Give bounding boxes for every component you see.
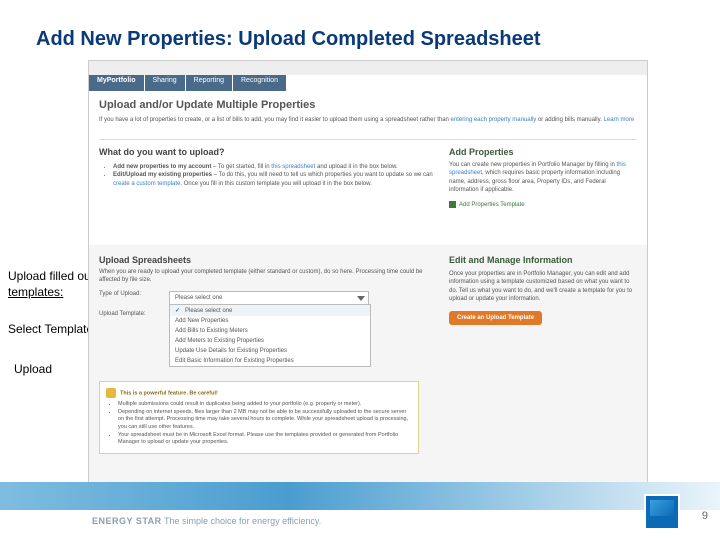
sidebar-add-properties: Add Properties You can create new proper…: [449, 147, 635, 208]
warning-title: This is a powerful feature. Be careful!: [106, 388, 412, 398]
sidebar-body: Once your properties are in Portfolio Ma…: [449, 270, 635, 304]
slide-title: Add New Properties: Upload Completed Spr…: [36, 28, 541, 51]
link-learn-more[interactable]: Learn more: [604, 117, 635, 123]
text: Add Properties Template: [459, 202, 525, 208]
text: – To get started, fill in: [211, 164, 271, 170]
section-body: When you are ready to upload your comple…: [99, 268, 439, 285]
link-this-spreadsheet[interactable]: this spreadsheet: [271, 164, 315, 170]
link-enter-manually[interactable]: entering each property manually: [451, 117, 537, 123]
energy-star-logo-icon: [644, 494, 680, 530]
tab-recognition[interactable]: Recognition: [233, 75, 286, 91]
check-icon: ✓: [175, 307, 183, 314]
warning-icon: [106, 388, 116, 398]
text: Please select one: [175, 295, 222, 301]
brand-tagline: The simple choice for energy efficiency.: [162, 516, 322, 526]
annotation-upload: Upload: [14, 362, 52, 378]
sidebar-body: You can create new properties in Portfol…: [449, 161, 635, 195]
annot-text: Upload filled out: [8, 269, 94, 283]
dropdown-option[interactable]: Add New Properties: [170, 316, 370, 326]
text: or adding bills manually.: [538, 117, 602, 123]
excel-icon: [449, 201, 456, 208]
tab-reporting[interactable]: Reporting: [186, 75, 232, 91]
create-upload-template-button[interactable]: Create an Upload Template: [449, 311, 542, 325]
chevron-down-icon: [357, 296, 365, 301]
tab-sharing[interactable]: Sharing: [145, 75, 185, 91]
dropdown-selected[interactable]: Please select one: [170, 292, 368, 304]
annot-text: templates:: [8, 285, 63, 299]
warning-bullet: Your spreadsheet must be in Microsoft Ex…: [118, 432, 412, 447]
warning-bullet: Multiple submissions could result in dup…: [118, 401, 412, 409]
section-what-upload: What do you want to upload? Add new prop…: [99, 147, 434, 188]
dropdown-option[interactable]: ✓Please select one: [170, 305, 370, 316]
section-heading: What do you want to upload?: [99, 147, 434, 157]
section-heading: Upload Spreadsheets: [99, 255, 439, 265]
intro-text: If you have a lot of properties to creat…: [99, 117, 637, 125]
embedded-screenshot: MyPortfolio Sharing Reporting Recognitio…: [88, 60, 648, 492]
text: You can create new properties in Portfol…: [449, 162, 617, 168]
section-upload-wrap: Upload Spreadsheets When you are ready t…: [89, 245, 647, 491]
dropdown-option[interactable]: Update Use Details for Existing Properti…: [170, 346, 370, 356]
dropdown-option[interactable]: Add Meters to Existing Properties: [170, 336, 370, 346]
sidebar-heading: Add Properties: [449, 147, 635, 157]
text: If you have a lot of properties to creat…: [99, 117, 449, 123]
row-type-of-upload: Type of Upload: Please select one ✓Pleas…: [99, 291, 439, 305]
dropdown-option[interactable]: Edit Basic Information for Existing Prop…: [170, 356, 370, 366]
browser-chrome: [89, 61, 647, 75]
link-add-properties-template[interactable]: Add Properties Template: [449, 201, 525, 208]
link-create-custom-template[interactable]: create a custom template: [113, 181, 180, 187]
divider: [99, 139, 637, 140]
dropdown-list: ✓Please select one Add New Properties Ad…: [169, 304, 371, 367]
label-type-upload: Type of Upload:: [99, 291, 169, 297]
warning-bullet: Depending on internet speeds, files larg…: [118, 409, 412, 432]
sidebar-heading: Edit and Manage Information: [449, 255, 635, 266]
text: . Once you fill in this custom template …: [180, 181, 371, 187]
bullet-edit-upload: Edit/Upload my existing properties – To …: [113, 171, 434, 188]
text: Edit/Upload my existing properties: [113, 172, 212, 178]
section-upload-spreadsheets: Upload Spreadsheets When you are ready t…: [99, 255, 439, 454]
text: This is a powerful feature. Be careful!: [120, 390, 218, 396]
footer-band: [0, 482, 720, 510]
tab-myportfolio[interactable]: MyPortfolio: [89, 75, 144, 91]
text: Please select one: [185, 308, 232, 314]
nav-tabs: MyPortfolio Sharing Reporting Recognitio…: [89, 75, 647, 91]
footer-brand: ENERGY STAR The simple choice for energy…: [92, 516, 321, 526]
page-heading: Upload and/or Update Multiple Properties: [99, 99, 315, 111]
annotation-select-template: Select Template: [8, 322, 93, 338]
text: Add new properties to my account: [113, 164, 211, 170]
dropdown-option[interactable]: Add Bills to Existing Meters: [170, 326, 370, 336]
warning-box: This is a powerful feature. Be careful! …: [99, 381, 419, 454]
brand-name: ENERGY STAR: [92, 516, 162, 526]
bullet-add-new: Add new properties to my account – To ge…: [113, 163, 434, 171]
text: and upload it in the box below.: [315, 164, 397, 170]
page-number: 9: [702, 510, 708, 522]
label-upload-template: Upload Template:: [99, 311, 169, 317]
sidebar-edit-manage: Edit and Manage Information Once your pr…: [449, 255, 635, 325]
dropdown-type-upload[interactable]: Please select one ✓Please select one Add…: [169, 291, 369, 305]
text: – To do this, you will need to tell us w…: [212, 172, 433, 178]
